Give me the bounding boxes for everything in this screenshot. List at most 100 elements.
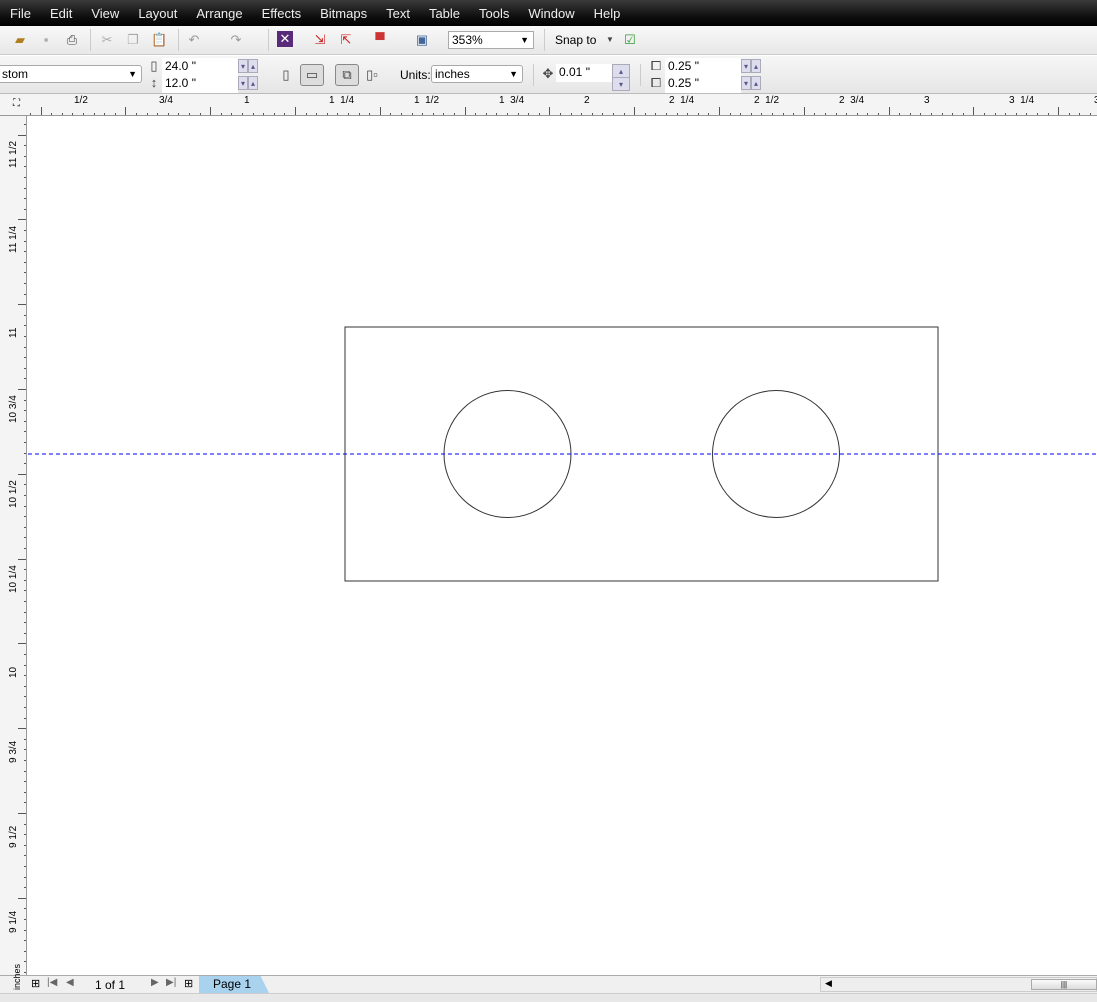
ruler-tick [24,198,26,199]
portrait-icon[interactable]: ▯ [278,67,294,83]
ruler-tick [51,113,52,115]
landscape-icon[interactable]: ▭ [300,64,324,86]
height-up-button[interactable]: ▴ [248,76,258,90]
vertical-ruler[interactable]: 11 1/2 11 1/4 11 10 3/4 10 1/2 10 1/4 10 9 3/4 9… [0,116,27,976]
dup-x-down-button[interactable]: ▾ [741,59,751,73]
menu-effects[interactable]: Effects [262,6,302,21]
menu-window[interactable]: Window [528,6,574,21]
ruler-tick [666,113,667,115]
first-page-icon[interactable]: |◀ [47,977,57,988]
export-icon[interactable]: ⇱ [338,32,354,48]
ruler-tick [24,177,26,178]
menu-edit[interactable]: Edit [50,6,72,21]
ruler-tick [24,654,26,655]
v-ruler-label: 9 1/2 [8,825,19,848]
ruler-tick [242,113,243,115]
nudge-field[interactable]: 0.01 " [556,64,612,82]
ruler-tick [412,113,413,115]
redo-icon[interactable]: ↷ [228,32,244,48]
ruler-tick [24,622,26,623]
prev-page-icon[interactable]: ◀ [66,977,74,988]
scrollbar-thumb[interactable]: ||| [1031,979,1097,990]
current-page-icon[interactable]: ▯▫ [364,67,380,83]
menu-bitmaps[interactable]: Bitmaps [320,6,367,21]
menu-help[interactable]: Help [594,6,621,21]
undo-icon[interactable]: ↶ [186,32,202,48]
zoom-level-select[interactable]: 353% ▼ [448,31,534,49]
page-height-icon: ↕ [150,75,158,90]
menu-layout[interactable]: Layout [138,6,177,21]
drawing-canvas[interactable] [28,117,1097,975]
add-page-before-icon[interactable]: ⊞ [31,977,40,990]
ruler-tick [284,113,285,115]
ruler-tick [24,431,26,432]
width-up-button[interactable]: ▴ [248,59,258,73]
menu-tools[interactable]: Tools [479,6,509,21]
snap-dropdown-icon[interactable]: ▼ [602,32,618,48]
dup-x-up-button[interactable]: ▴ [751,59,761,73]
ruler-tick [24,262,26,263]
ruler-tick [24,368,26,369]
ruler-tick [899,113,900,115]
h-ruler-label: 3/4 [159,95,173,106]
ruler-tick [24,378,26,379]
ruler-tick [316,113,317,115]
paste-icon[interactable]: 📋 [151,32,167,48]
dup-y-up-button[interactable]: ▴ [751,76,761,90]
last-page-icon[interactable]: ▶| [166,977,176,988]
cut-icon[interactable]: ✂ [99,32,115,48]
save-icon[interactable]: ▪ [38,32,54,48]
duplicate-y-field[interactable]: 0.25 " [665,75,741,93]
ruler-tick [634,107,635,115]
next-page-icon[interactable]: ▶ [151,977,159,988]
ruler-tick [147,113,148,115]
page-width-field[interactable]: 24.0 " [162,58,238,76]
tab-page-1[interactable]: Page 1 [199,976,269,993]
menu-table[interactable]: Table [429,6,460,21]
height-down-button[interactable]: ▾ [238,76,248,90]
ruler-tick [380,107,381,115]
copy-icon[interactable]: ❐ [125,32,141,48]
ruler-tick [475,113,476,115]
page-height-field[interactable]: 12.0 " [162,75,238,93]
print-icon[interactable]: ⎙ [64,32,80,48]
units-label: Units: [400,68,431,82]
menu-text[interactable]: Text [386,6,410,21]
nudge-up-button[interactable]: ▴ [612,64,630,78]
fullscreen-preview-icon[interactable]: ▣ [414,32,430,48]
all-pages-icon[interactable]: ⧉ [335,64,359,86]
menu-arrange[interactable]: Arrange [196,6,242,21]
ruler-tick [24,527,26,528]
import-icon[interactable]: ⇲ [312,32,328,48]
ruler-tick [24,855,26,856]
duplicate-x-field[interactable]: 0.25 " [665,58,741,76]
nudge-down-button[interactable]: ▾ [612,77,630,91]
menu-file[interactable]: File [10,6,31,21]
import-launcher-icon[interactable]: ✕ [277,31,293,47]
ruler-tick [24,463,26,464]
width-down-button[interactable]: ▾ [238,59,248,73]
open-icon[interactable]: ▰ [12,32,28,48]
ruler-tick [24,633,26,634]
menu-view[interactable]: View [91,6,119,21]
ruler-origin-icon[interactable]: ⛶ [13,98,20,109]
ruler-tick [18,219,26,220]
ruler-tick [730,113,731,115]
ruler-tick [18,898,26,899]
snap-to-button[interactable]: Snap to [555,33,596,47]
page-size-select[interactable]: stom ▼ [0,65,142,83]
publish-pdf-icon[interactable]: ▀ [372,32,388,48]
add-page-after-icon[interactable]: ⊞ [184,977,193,990]
dup-y-down-button[interactable]: ▾ [741,76,751,90]
ruler-tick [62,113,63,115]
ruler-tick [306,113,307,115]
units-select[interactable]: inches ▼ [431,65,523,83]
horizontal-scrollbar[interactable]: ◀ ||| [820,977,1097,992]
ruler-tick [952,113,953,115]
ruler-tick [549,107,550,115]
ruler-tick [1005,113,1006,115]
ruler-tick [24,961,26,962]
ruler-tick [24,590,26,591]
options-icon[interactable]: ☑ [622,32,638,48]
horizontal-ruler[interactable]: ⛶ 1/2 3/4 1 1 1/4 1 1/2 1 3/4 2 2 1/4 2 1/2 2 3/4… [0,94,1097,116]
